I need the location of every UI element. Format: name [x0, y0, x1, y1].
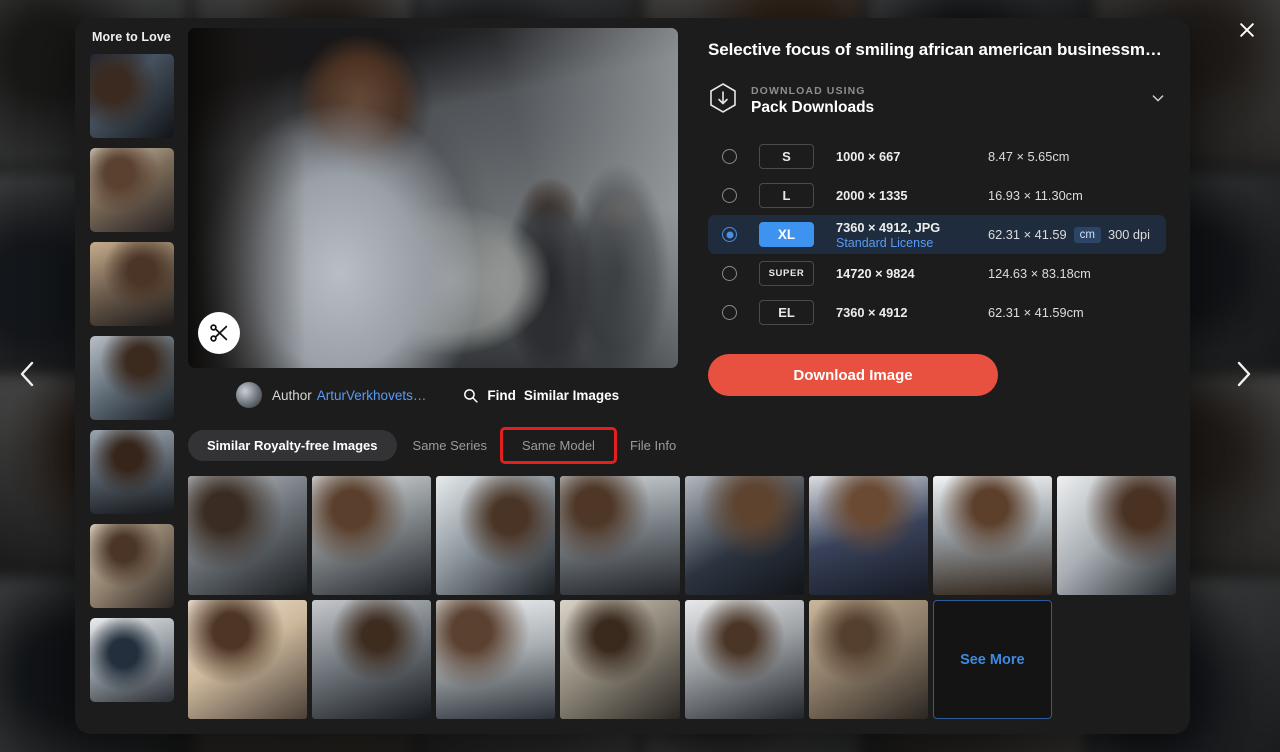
radio-xl[interactable] [722, 227, 737, 242]
more-to-love-title: More to Love [92, 30, 171, 44]
result-thumbnail[interactable] [312, 476, 432, 595]
tab-similar-royalty-free-images[interactable]: Similar Royalty-free Images [188, 429, 397, 461]
hero-image[interactable] [188, 28, 678, 368]
find-similar-label: Find [487, 387, 516, 403]
result-thumbnail[interactable] [188, 600, 308, 719]
author-name-link[interactable]: ArturVerkhovets… [317, 388, 427, 403]
size-option-super[interactable]: SUPER 14720 × 9824 124.63 × 83.18cm [708, 254, 1166, 293]
rail-thumbnail[interactable] [89, 242, 174, 326]
result-thumbnail[interactable] [808, 476, 928, 595]
hero-preview-wrap [188, 28, 678, 368]
size-badge-s: S [759, 144, 814, 169]
search-icon [464, 388, 478, 403]
size-options-list: S 1000 × 667 8.47 × 5.65cm L 2000 × 1335… [708, 137, 1166, 332]
scissors-icon[interactable] [198, 312, 240, 354]
result-thumbnail[interactable] [808, 600, 928, 719]
chevron-right-icon[interactable] [1227, 357, 1261, 391]
tab-file-info[interactable]: File Info [614, 430, 692, 461]
size-option-s[interactable]: S 1000 × 667 8.47 × 5.65cm [708, 137, 1166, 176]
size-badge-el: EL [759, 300, 814, 325]
size-physical-super: 124.63 × 83.18cm [988, 266, 1091, 281]
download-image-button[interactable]: Download Image [708, 354, 998, 396]
chevron-left-icon[interactable] [10, 357, 44, 391]
unit-badge-cm[interactable]: cm [1073, 226, 1101, 243]
download-using-caption: DOWNLOAD USING [751, 84, 866, 97]
result-thumbnail[interactable] [932, 476, 1052, 595]
rail-thumbnail[interactable] [89, 524, 174, 608]
size-dpi-xl: 300 dpi [1107, 227, 1150, 242]
size-pixels-l: 2000 × 1335 [836, 188, 908, 203]
find-similar-images-button[interactable]: Find Similar Images [462, 387, 619, 404]
size-physical-l: 16.93 × 11.30cm [988, 188, 1083, 203]
size-badge-l: L [759, 183, 814, 208]
size-physical-xl-value: 62.31 × 41.59 [988, 227, 1067, 242]
tab-same-series[interactable]: Same Series [397, 430, 503, 461]
size-physical-xl: 62.31 × 41.59 cm 300 dpi [988, 226, 1150, 243]
size-option-xl[interactable]: XL 7360 × 4912, JPG Standard License 62.… [708, 215, 1166, 254]
author-row: Author ArturVerkhovets… Find Similar Ima… [188, 374, 684, 416]
rail-thumbnail[interactable] [89, 336, 174, 420]
more-to-love-rail: More to Love [75, 18, 188, 734]
size-pixels-super: 14720 × 9824 [836, 266, 915, 281]
radio-l[interactable] [722, 188, 737, 203]
author-label: Author [272, 387, 312, 403]
tab-same-model[interactable]: Same Model [499, 426, 617, 464]
size-pixels-xl-value: 7360 × 4912, JPG [836, 219, 941, 235]
radio-s[interactable] [722, 149, 737, 164]
size-badge-super: SUPER [759, 261, 814, 286]
result-thumbnail[interactable] [1056, 476, 1176, 595]
rail-thumbnail[interactable] [89, 430, 174, 514]
close-icon[interactable] [1232, 15, 1262, 45]
download-using-texts: DOWNLOAD USING Pack Downloads [751, 85, 1150, 117]
find-similar-sublabel: Similar Images [523, 387, 620, 403]
image-title: Selective focus of smiling african ameri… [708, 40, 1166, 59]
result-thumbnail[interactable] [312, 600, 432, 719]
see-more-button[interactable]: See More [932, 600, 1052, 719]
size-pixels-xl: 7360 × 4912, JPG Standard License [836, 220, 988, 250]
results-grid: See More [188, 476, 1188, 719]
hero-photo [188, 28, 678, 368]
size-option-l[interactable]: L 2000 × 1335 16.93 × 11.30cm [708, 176, 1166, 215]
image-detail-modal: More to Love Author ArturVerkhovets… Fin… [75, 18, 1190, 734]
result-thumbnail[interactable] [560, 600, 680, 719]
rail-thumbnail[interactable] [89, 618, 174, 702]
size-pixels-el: 7360 × 4912 [836, 305, 908, 320]
download-hexagon-icon [708, 82, 738, 119]
size-option-el[interactable]: EL 7360 × 4912 62.31 × 41.59cm [708, 293, 1166, 332]
radio-el[interactable] [722, 305, 737, 320]
results-tabs: Similar Royalty-free Images Same Series … [188, 426, 684, 464]
size-physical-el: 62.31 × 41.59cm [988, 305, 1084, 320]
download-using-selector[interactable]: DOWNLOAD USING Pack Downloads [708, 82, 1166, 119]
rail-thumbnail[interactable] [89, 54, 174, 138]
rail-thumbnail[interactable] [89, 148, 174, 232]
size-physical-s: 8.47 × 5.65cm [988, 149, 1070, 164]
chevron-down-icon[interactable] [1150, 90, 1166, 111]
result-thumbnail[interactable] [684, 600, 804, 719]
result-thumbnail[interactable] [436, 476, 556, 595]
result-thumbnail[interactable] [436, 600, 556, 719]
size-pixels-s: 1000 × 667 [836, 149, 901, 164]
size-badge-xl: XL [759, 222, 814, 247]
size-license-xl[interactable]: Standard License [836, 236, 988, 250]
result-thumbnail[interactable] [684, 476, 804, 595]
avatar[interactable] [236, 382, 262, 408]
preview-column: Author ArturVerkhovets… Find Similar Ima… [188, 18, 1176, 734]
download-using-value: Pack Downloads [751, 98, 875, 116]
result-thumbnail[interactable] [188, 476, 308, 595]
radio-super[interactable] [722, 266, 737, 281]
result-thumbnail[interactable] [560, 476, 680, 595]
